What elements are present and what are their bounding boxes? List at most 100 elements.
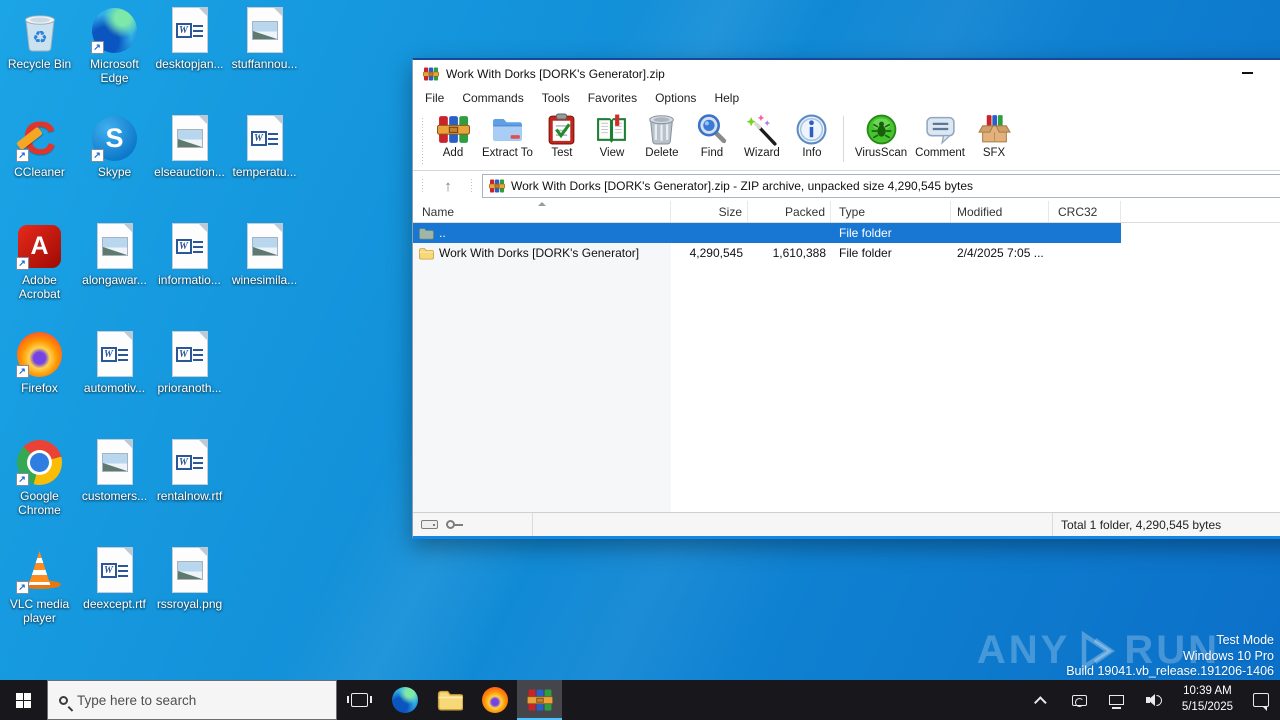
add-archive-icon [436,115,470,144]
menu-commands[interactable]: Commands [453,88,532,108]
desktop-icon-firefox[interactable]: Firefox [2,330,77,438]
menu-options[interactable]: Options [646,88,705,108]
chrome-icon [15,438,64,486]
tray-expand-button[interactable] [1028,680,1058,720]
column-header-size[interactable]: Size [671,201,748,222]
column-header-type[interactable]: Type [831,201,951,222]
file-row-parent[interactable]: .. File folder [413,223,1121,243]
desktop-icon-google-chrome[interactable]: Google Chrome [2,438,77,546]
file-row-work-with-dorks[interactable]: Work With Dorks [DORK's Generator] 4,290… [413,243,1121,263]
word-mark: W [175,347,192,362]
tray-volume-button[interactable] [1139,680,1169,720]
add-button[interactable]: Add [428,112,478,159]
minimize-button[interactable] [1231,64,1263,82]
menu-favorites[interactable]: Favorites [579,88,646,108]
virusscan-button[interactable]: VirusScan [851,112,911,159]
view-button[interactable]: View [587,112,637,159]
column-header-name[interactable]: Name [413,201,671,222]
up-one-level-button[interactable]: ↑ [433,174,463,198]
desktop-icon-label: desktopjan... [155,57,224,71]
extract-to-button[interactable]: Extract To [478,112,537,159]
desktop-icon-label: temperatu... [232,165,297,179]
tray-display-button[interactable] [1065,680,1095,720]
menu-tools[interactable]: Tools [533,88,579,108]
display-sync-icon [1072,694,1088,707]
desktop-icon-label: customers... [81,489,148,503]
extract-folder-icon [493,118,522,141]
desktop-icon-label: VLC media player [9,597,70,626]
taskbar-search[interactable] [47,680,337,720]
taskbar-winrar-button[interactable] [517,680,562,720]
clock-time: 10:39 AM [1183,685,1232,698]
info-button[interactable]: Info [787,112,837,159]
desktop-icon-ccleaner[interactable]: C CCleaner [2,112,77,222]
start-button[interactable] [0,680,47,720]
word-mark: W [250,131,267,146]
page-fold [272,7,283,17]
comment-button[interactable]: Comment [911,112,969,159]
desktop-icon-rssroyal[interactable]: rssroyal.png [152,546,227,654]
desktop-icon-vlc[interactable]: VLC media player [2,546,77,654]
find-button[interactable]: Find [687,112,737,159]
test-button[interactable]: Test [537,112,587,159]
address-grip [420,177,425,193]
drive-icon [421,520,438,529]
delete-button[interactable]: Delete [637,112,687,159]
desktop-icon-microsoft-edge[interactable]: Microsoft Edge [77,6,152,114]
menu-file[interactable]: File [416,88,453,108]
text-lines [267,133,278,145]
column-header-crc32[interactable]: CRC32 [1049,201,1121,222]
desktop-icon-alongawar[interactable]: alongawar... [77,222,152,330]
delete-trash-icon [649,115,675,145]
desktop-icon-automotiv[interactable]: W automotiv... [77,330,152,438]
skype-icon [90,114,139,162]
text-lines [192,457,203,469]
task-view-button[interactable] [337,680,382,720]
taskbar-firefox-button[interactable] [472,680,517,720]
desktop-icon-temperatu[interactable]: W temperatu... [227,114,302,222]
text-lines [117,565,128,577]
menu-help[interactable]: Help [705,88,748,108]
toolbar: Add Extract To Test View Delete Find Wiz… [413,109,1280,171]
wizard-button[interactable]: Wizard [737,112,787,159]
photo-thumb [101,453,128,472]
sfx-button[interactable]: SFX [969,112,1019,159]
image-file-icon [241,6,289,54]
shortcut-arrow-icon [90,41,104,54]
desktop-icon-stuffannou[interactable]: stuffannou... [227,6,302,114]
menu-bar: File Commands Tools Favorites Options He… [413,87,1280,109]
column-header-packed[interactable]: Packed [748,201,831,222]
desktop-icon-customers[interactable]: customers... [77,438,152,546]
desktop-icon-deexcept[interactable]: W deexcept.rtf [77,546,152,654]
taskbar-clock[interactable]: 10:39 AM 5/15/2025 [1176,684,1239,715]
desktop-icon-label: Skype [97,165,132,179]
column-header-filler [1121,201,1280,222]
search-input[interactable] [77,692,297,708]
taskbar-explorer-button[interactable] [427,680,472,720]
desktop-icon-winesimila[interactable]: winesimila... [227,222,302,330]
tray-network-button[interactable] [1102,680,1132,720]
address-field[interactable]: Work With Dorks [DORK's Generator].zip -… [482,174,1280,198]
folder-up-icon [419,227,434,240]
taskbar-edge-button[interactable] [382,680,427,720]
desktop-icon-elseauction[interactable]: elseauction... [152,114,227,222]
list-header: Name Size Packed Type Modified CRC32 [413,201,1280,223]
desktop-icon-rentalnow[interactable]: W rentalnow.rtf [152,438,227,546]
shortcut-arrow-icon [15,365,29,378]
word-file-icon: W [91,546,139,594]
action-center-button[interactable] [1246,680,1276,720]
desktop-icon-label: elseauction... [154,165,225,179]
desktop-icon-skype[interactable]: Skype [77,114,152,222]
desktop-icon-label: winesimila... [231,273,298,287]
shortcut-arrow-icon [15,149,29,162]
address-text: Work With Dorks [DORK's Generator].zip -… [511,179,974,193]
watermark-mode: Test Mode [1216,633,1274,648]
desktop-icon-informatio[interactable]: W informatio... [152,222,227,330]
column-header-modified[interactable]: Modified [951,201,1049,222]
desktop-icon-adobe-acrobat[interactable]: A Adobe Acrobat [2,222,77,330]
desktop-icon-prioranoth[interactable]: W prioranoth... [152,330,227,438]
desktop-icon-recycle-bin[interactable]: ♻ Recycle Bin [2,6,77,114]
comment-bubble-icon [925,116,955,145]
desktop-icon-desktopjan[interactable]: W desktopjan... [152,6,227,114]
desktop-icon-label: rentalnow.rtf [156,489,223,503]
